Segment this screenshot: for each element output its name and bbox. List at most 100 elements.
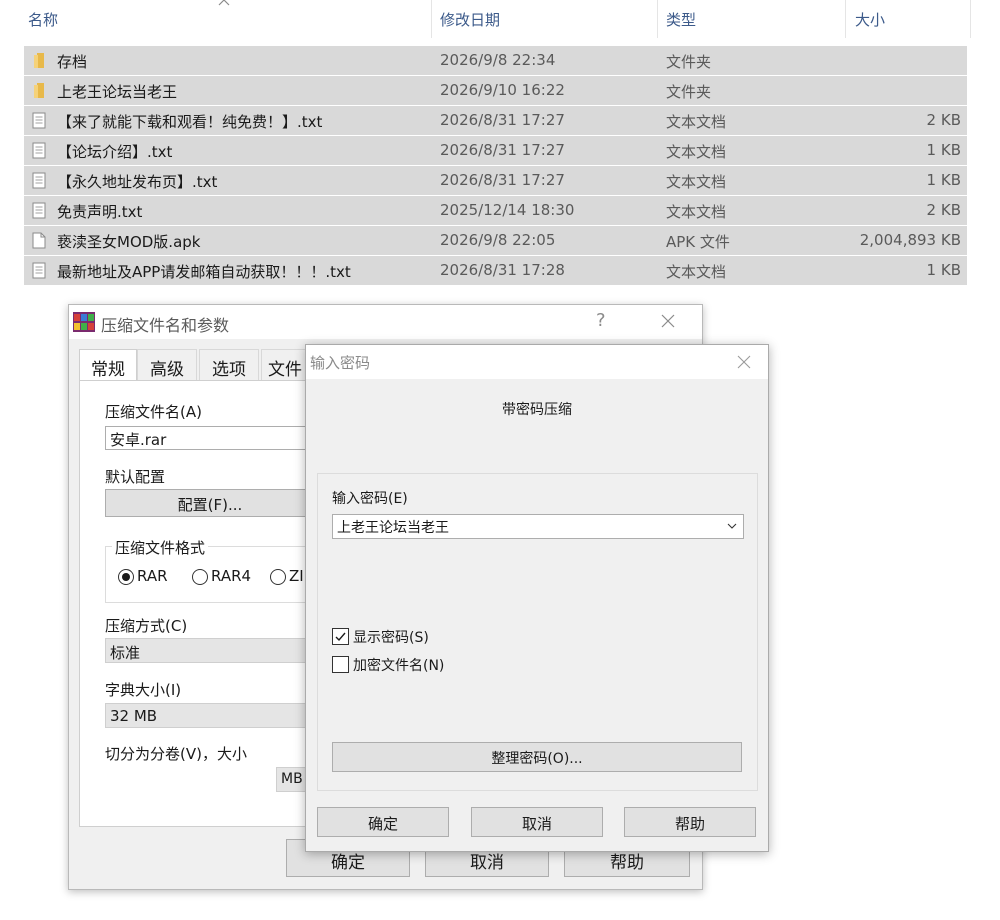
file-type: 文件夹 xyxy=(666,53,712,71)
column-type[interactable]: 类型 xyxy=(666,9,696,30)
split-volume-label: 切分为分卷(V)，大小 xyxy=(105,745,247,763)
file-row[interactable]: 存档 2026/9/8 22:34 文件夹 xyxy=(24,46,967,76)
password-dialog-heading: 带密码压缩 xyxy=(502,402,572,418)
format-rar-label[interactable]: RAR xyxy=(137,567,168,585)
password-dialog-titlebar[interactable]: 输入密码 xyxy=(306,345,768,379)
password-input[interactable]: 上老王论坛当老王 xyxy=(332,514,744,539)
column-name[interactable]: 名称 xyxy=(28,9,58,30)
ok-button[interactable]: 确定 xyxy=(317,807,449,837)
show-password-label[interactable]: 显示密码(S) xyxy=(353,627,429,647)
file-date: 2026/8/31 17:27 xyxy=(440,171,565,189)
archive-dialog-titlebar[interactable]: 压缩文件名和参数 ? xyxy=(69,305,702,339)
tab-files[interactable]: 文件 xyxy=(261,349,309,381)
file-row[interactable]: 【来了就能下载和观看！纯免费！】.txt 2026/8/31 17:27 文本文… xyxy=(24,106,967,136)
file-type: 文本文档 xyxy=(666,173,727,191)
format-zip-label[interactable]: ZI xyxy=(289,567,304,585)
format-rar4-radio[interactable] xyxy=(192,569,208,585)
column-divider[interactable] xyxy=(845,0,846,38)
organize-passwords-button[interactable]: 整理密码(O)... xyxy=(332,742,742,772)
file-type: 文本文档 xyxy=(666,143,727,161)
dict-size-label: 字典大小(I) xyxy=(105,681,182,699)
profile-button[interactable]: 配置(F)... xyxy=(105,489,315,517)
archive-dialog-title: 压缩文件名和参数 xyxy=(101,316,230,335)
file-size: 1 KB xyxy=(926,261,961,279)
method-select[interactable]: 标准 xyxy=(105,638,315,663)
help-button[interactable]: ? xyxy=(596,310,606,331)
file-name: 上老王论坛当老王 xyxy=(57,83,178,101)
text-file-icon xyxy=(32,112,46,129)
file-size: 2,004,893 KB xyxy=(859,231,961,249)
file-name: 免责声明.txt xyxy=(57,203,143,221)
file-type: 文件夹 xyxy=(666,83,712,101)
file-type: 文本文档 xyxy=(666,113,727,131)
format-rar4-label[interactable]: RAR4 xyxy=(211,567,251,585)
file-name: 【论坛介绍】.txt xyxy=(57,143,173,161)
file-size: 1 KB xyxy=(926,171,961,189)
checkmark-icon xyxy=(335,632,346,642)
show-password-checkbox[interactable] xyxy=(332,628,349,645)
password-label: 输入密码(E) xyxy=(332,491,408,507)
file-name: 【永久地址发布页】.txt xyxy=(57,173,218,191)
file-date: 2026/8/31 17:27 xyxy=(440,111,565,129)
password-dialog: 输入密码 带密码压缩 输入密码(E) 上老王论坛当老王 显示密码(S) 加密文件… xyxy=(305,344,769,852)
column-divider[interactable] xyxy=(431,0,432,38)
file-name: 存档 xyxy=(57,53,88,71)
archive-name-label: 压缩文件名(A) xyxy=(105,403,202,421)
cancel-button[interactable]: 取消 xyxy=(471,807,603,837)
file-row[interactable]: 免责声明.txt 2025/12/14 18:30 文本文档 2 KB xyxy=(24,196,967,226)
file-row[interactable]: 【永久地址发布页】.txt 2026/8/31 17:27 文本文档 1 KB xyxy=(24,166,967,196)
file-date: 2025/12/14 18:30 xyxy=(440,201,575,219)
folder-icon xyxy=(34,83,44,98)
tab-advanced[interactable]: 高级 xyxy=(137,349,197,381)
text-file-icon xyxy=(32,262,46,279)
method-label: 压缩方式(C) xyxy=(105,617,188,635)
file-size: 2 KB xyxy=(926,201,961,219)
file-icon xyxy=(32,232,46,249)
column-header: 名称 修改日期 类型 大小 xyxy=(0,0,1000,40)
folder-icon xyxy=(34,53,44,68)
format-rar-radio[interactable] xyxy=(118,569,134,585)
file-name: 【来了就能下载和观看！纯免费！】.txt xyxy=(57,113,323,131)
sort-ascending-icon xyxy=(218,0,230,6)
column-divider[interactable] xyxy=(657,0,658,38)
file-row[interactable]: 【论坛介绍】.txt 2026/8/31 17:27 文本文档 1 KB xyxy=(24,136,967,166)
file-date: 2026/8/31 17:28 xyxy=(440,261,565,279)
file-row[interactable]: 最新地址及APP请发邮箱自动获取！！！.txt 2026/8/31 17:28 … xyxy=(24,256,967,286)
file-date: 2026/9/10 16:22 xyxy=(440,81,565,99)
encrypt-names-checkbox[interactable] xyxy=(332,656,349,673)
close-icon[interactable] xyxy=(736,354,752,370)
file-list: 存档 2026/9/8 22:34 文件夹 上老王论坛当老王 2026/9/10… xyxy=(24,46,967,286)
dict-size-select[interactable]: 32 MB xyxy=(105,703,315,728)
tab-general[interactable]: 常规 xyxy=(79,349,137,381)
file-date: 2026/9/8 22:34 xyxy=(440,51,556,69)
file-size: 2 KB xyxy=(926,111,961,129)
password-value: 上老王论坛当老王 xyxy=(337,520,449,536)
encrypt-names-label[interactable]: 加密文件名(N) xyxy=(353,655,444,675)
text-file-icon xyxy=(32,172,46,189)
text-file-icon xyxy=(32,202,46,219)
close-icon[interactable] xyxy=(659,312,677,330)
file-name: 最新地址及APP请发邮箱自动获取！！！.txt xyxy=(57,263,351,281)
file-name: 亵渎圣女MOD版.apk xyxy=(57,233,201,251)
file-row[interactable]: 上老王论坛当老王 2026/9/10 16:22 文件夹 xyxy=(24,76,967,106)
file-size: 1 KB xyxy=(926,141,961,159)
text-file-icon xyxy=(32,142,46,159)
archive-name-input[interactable]: 安卓.rar xyxy=(105,426,315,450)
help-button[interactable]: 帮助 xyxy=(624,807,756,837)
column-divider[interactable] xyxy=(970,0,971,38)
default-profile-label: 默认配置 xyxy=(105,468,166,486)
file-date: 2026/8/31 17:27 xyxy=(440,141,565,159)
file-type: APK 文件 xyxy=(666,233,730,251)
file-type: 文本文档 xyxy=(666,263,727,281)
file-type: 文本文档 xyxy=(666,203,727,221)
column-date[interactable]: 修改日期 xyxy=(440,9,500,30)
format-zip-radio[interactable] xyxy=(270,569,286,585)
tab-options[interactable]: 选项 xyxy=(199,349,259,381)
password-group: 输入密码(E) 上老王论坛当老王 显示密码(S) 加密文件名(N) 整理密码(O… xyxy=(317,473,758,791)
file-date: 2026/9/8 22:05 xyxy=(440,231,556,249)
format-group-label: 压缩文件格式 xyxy=(112,537,209,558)
password-dialog-title: 输入密码 xyxy=(310,354,371,372)
column-size[interactable]: 大小 xyxy=(855,9,885,30)
chevron-down-icon[interactable] xyxy=(727,523,737,530)
file-row[interactable]: 亵渎圣女MOD版.apk 2026/9/8 22:05 APK 文件 2,004… xyxy=(24,226,967,256)
